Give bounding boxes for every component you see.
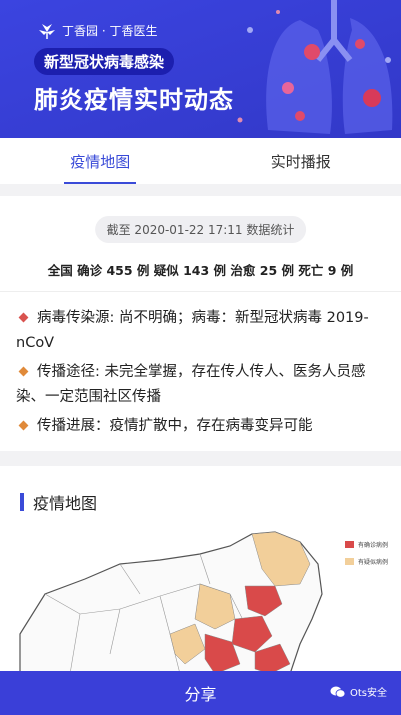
diamond-bullet-icon <box>18 366 29 376</box>
map-section-title: 疫情地图 <box>33 494 98 513</box>
stats-card: 截至 2020-01-22 17:11 数据统计 全国 确诊 455 例 疑似 … <box>0 196 401 291</box>
diamond-bullet-icon <box>18 312 29 322</box>
list-item: 传播进展：疫情扩散中，存在病毒变异可能 <box>16 414 387 439</box>
legend-swatch-confirmed <box>345 541 354 548</box>
wechat-icon <box>330 686 346 698</box>
brand-logo-row: 丁香园 · 丁香医生 <box>36 20 157 40</box>
banner-subtitle: 新型冠状病毒感染 <box>34 48 175 75</box>
legend-item: 有疑似病例 <box>345 557 388 566</box>
legend-label: 有疑似病例 <box>358 559 389 566</box>
banner-title: 肺炎疫情实时动态 <box>34 86 234 114</box>
brand-text: 丁香园 · 丁香医生 <box>62 23 158 38</box>
clove-flower-icon <box>39 24 55 39</box>
national-totals: 全国 确诊 455 例 疑似 143 例 治愈 25 例 死亡 9 例 <box>47 263 354 278</box>
legend-swatch-suspected <box>345 558 354 565</box>
china-map[interactable] <box>0 524 401 674</box>
section-title: 疫情地图 <box>20 490 97 514</box>
map-legend: 有确诊病例 有疑似病例 <box>345 540 388 574</box>
diamond-bullet-icon <box>18 420 29 430</box>
info-progress-text: 传播进展：疫情扩散中，存在病毒变异可能 <box>37 418 313 434</box>
tab-epidemic-map[interactable]: 疫情地图 <box>0 138 201 184</box>
legend-label: 有确诊病例 <box>358 542 389 549</box>
watermark-text: Ots安全 <box>349 688 387 699</box>
watermark: Ots安全 <box>330 684 387 699</box>
share-label: 分享 <box>184 685 217 704</box>
info-transmission-text: 传播途径: 未完全掌握，存在传人传人、医务人员感染、一定范围社区传播 <box>16 364 366 405</box>
info-source-text: 病毒传染源: 尚不明确；病毒：新型冠状病毒 2019-nCoV <box>16 310 369 351</box>
section-bar <box>20 493 24 511</box>
info-list: 病毒传染源: 尚不明确；病毒：新型冠状病毒 2019-nCoV 传播途径: 未完… <box>0 291 401 451</box>
list-item: 传播途径: 未完全掌握，存在传人传人、医务人员感染、一定范围社区传播 <box>16 360 387 410</box>
tab-bar: 疫情地图 实时播报 <box>0 138 401 184</box>
page: 丁香园 · 丁香医生 新型冠状病毒感染 肺炎疫情实时动态 疫情地图 实时播报 截… <box>0 0 401 715</box>
legend-item: 有确诊病例 <box>345 540 388 549</box>
stats-timestamp: 截至 2020-01-22 17:11 数据统计 <box>94 216 307 243</box>
tab-live-updates[interactable]: 实时播报 <box>201 138 401 184</box>
list-item: 病毒传染源: 尚不明确；病毒：新型冠状病毒 2019-nCoV <box>16 306 387 356</box>
header-banner: 丁香园 · 丁香医生 新型冠状病毒感染 肺炎疫情实时动态 <box>0 0 401 138</box>
